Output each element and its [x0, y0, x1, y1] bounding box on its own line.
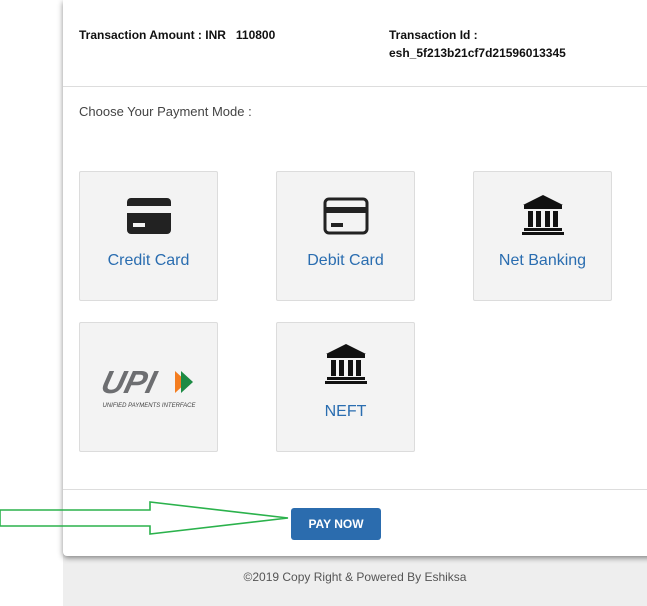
transaction-amount: Transaction Amount : INR 110800	[79, 28, 276, 42]
payment-option-label: Net Banking	[498, 252, 587, 269]
divider	[63, 86, 647, 87]
payment-card: Transaction Amount : INR 110800 Transact…	[63, 0, 647, 556]
payment-option-credit-card[interactable]: Credit Card	[79, 171, 218, 301]
upi-logo: UPI UNIFIED PAYMENTS INTERFACE	[97, 364, 196, 409]
divider	[63, 489, 647, 490]
svg-text:UNIFIED PAYMENTS INTERFACE: UNIFIED PAYMENTS INTERFACE	[102, 403, 196, 409]
bank-icon	[324, 344, 367, 384]
payment-option-label: NEFT	[324, 403, 367, 420]
payment-option-net-banking[interactable]: Net Banking	[473, 171, 612, 301]
transaction-info: Transaction Amount : INR 110800 Transact…	[79, 28, 647, 68]
payment-option-label: Credit Card	[107, 252, 190, 269]
payment-option-label: Debit Card	[307, 252, 384, 269]
bank-icon	[521, 195, 564, 235]
transaction-id-value: esh_5f213b21cf7d21596013345	[389, 46, 566, 60]
pay-now-button[interactable]: PAY NOW	[291, 508, 381, 540]
payment-option-debit-card[interactable]: Debit Card	[276, 171, 415, 301]
debit-card-icon	[323, 197, 368, 235]
green-arrow-icon	[0, 501, 289, 535]
credit-card-icon	[126, 198, 171, 234]
footer-copyright: ©2019 Copy Right & Powered By Eshiksa	[243, 570, 467, 584]
svg-text:UPI: UPI	[97, 364, 160, 399]
payment-option-upi[interactable]: UPI UNIFIED PAYMENTS INTERFACE	[79, 322, 218, 452]
payment-mode-heading: Choose Your Payment Mode :	[79, 104, 252, 119]
payment-option-neft[interactable]: NEFT	[276, 322, 415, 452]
transaction-id-label: Transaction Id :	[389, 28, 478, 42]
